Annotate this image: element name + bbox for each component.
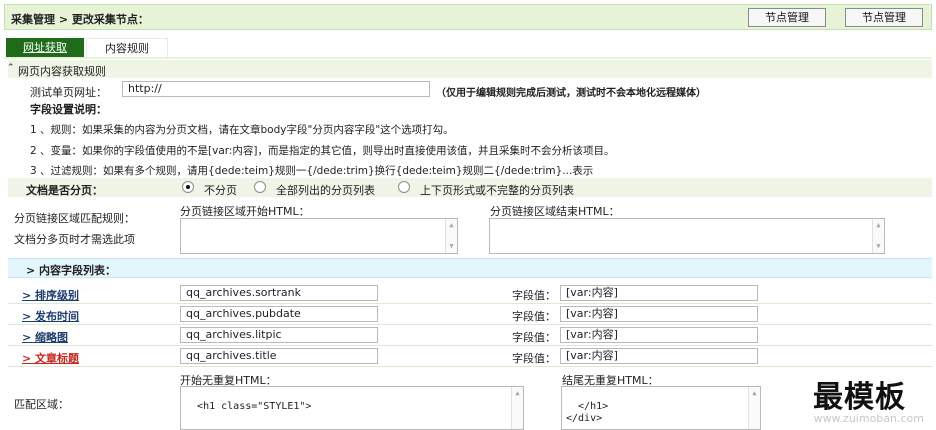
header-bar: 采集管理 > 更改采集节点： 节点管理 节点管理 [4, 4, 932, 30]
test-url-input[interactable]: http:// [122, 81, 430, 97]
scroll-up-icon[interactable]: ▲ [447, 221, 456, 230]
field-name-link[interactable]: > 发布时间 [22, 308, 79, 324]
help-line-2: 2 、变量：如果你的字段值使用的不是[var:内容]，而是指定的其它值，则导出时… [30, 145, 615, 157]
paging-option-full: 全部列出的分页列表 [276, 184, 375, 197]
watermark-logo: 最模板 [813, 380, 906, 415]
field-value-label: 字段值： [512, 331, 556, 344]
field-value-input[interactable]: [var:内容] [560, 348, 758, 364]
scrollbar[interactable]: ▲ ▼ [445, 219, 457, 253]
page-link-end-label: 分页链接区域结束HTML： [490, 205, 620, 218]
page-link-end-textarea[interactable]: ▲ ▼ [489, 218, 885, 254]
scroll-up-icon[interactable]: ▲ [874, 221, 883, 230]
page-link-start-textarea[interactable]: ▲ ▼ [180, 218, 458, 254]
field-value-input[interactable]: [var:内容] [560, 327, 758, 343]
paging-option-none: 不分页 [204, 184, 237, 197]
field-list-header: > 内容字段列表： [8, 258, 932, 278]
paging-radio-none[interactable] [182, 181, 194, 193]
scroll-up-icon[interactable]: ▲ [513, 389, 522, 398]
tab-divider [4, 57, 932, 59]
tab-url-fetch[interactable]: 网址获取 [6, 38, 84, 57]
node-manage-button-1[interactable]: 节点管理 [748, 8, 826, 27]
paging-option-prevnext: 上下页形式或不完整的分页列表 [420, 184, 574, 197]
paging-radio-prevnext[interactable] [398, 181, 410, 193]
field-row: > 发布时间 qq_archives.pubdate 字段值： [var:内容] [8, 304, 932, 325]
field-row: > 排序级别 qq_archives.sortrank 字段值： [var:内容… [8, 283, 932, 304]
field-name-link[interactable]: > 缩略图 [22, 329, 68, 345]
field-value-input[interactable]: [var:内容] [560, 306, 758, 322]
field-name-link[interactable]: > 排序级别 [22, 287, 79, 303]
scrollbar[interactable]: ▲ ▼ [872, 219, 884, 253]
test-url-note: （仅用于编辑规则完成后测试，测试时不会本地化远程媒体） [436, 88, 706, 99]
scroll-down-icon[interactable]: ▼ [874, 242, 883, 251]
field-value-label: 字段值： [512, 289, 556, 302]
test-url-label: 测试单页网址： [30, 86, 107, 99]
field-value-input[interactable]: [var:内容] [560, 285, 758, 301]
page-link-start-label: 分页链接区域开始HTML： [180, 205, 310, 218]
section-header[interactable]: ⌃ 网页内容获取规则 [7, 60, 932, 78]
scroll-up-icon[interactable]: ▲ [750, 389, 759, 398]
node-manage-button-2[interactable]: 节点管理 [845, 8, 923, 27]
field-help-title: 字段设置说明： [30, 103, 107, 116]
paging-label: 文档是否分页： [26, 184, 103, 197]
page-link-rule-note: 文档分多页时才需选此项 [14, 233, 135, 246]
collapse-icon[interactable]: ⌃ [7, 63, 15, 73]
paging-radio-full[interactable] [254, 181, 266, 193]
scroll-down-icon[interactable]: ▼ [447, 242, 456, 251]
field-name-link[interactable]: > 文章标题 [22, 350, 79, 366]
field-value-label: 字段值： [512, 352, 556, 365]
match-region-label: 匹配区域： [14, 398, 69, 411]
paging-row: 文档是否分页： 不分页 全部列出的分页列表 上下页形式或不完整的分页列表 [8, 178, 932, 197]
field-list-title: > 内容字段列表： [26, 264, 117, 277]
scrollbar[interactable]: ▲ [748, 387, 760, 429]
field-name-input[interactable]: qq_archives.title [180, 348, 378, 364]
field-name-input[interactable]: qq_archives.sortrank [180, 285, 378, 301]
help-line-3: 3 、过滤规则：如果有多个规则，请用{dede:teim}规则一{/dede:t… [30, 165, 594, 177]
match-end-text: </h1> </div> <div class="from"><strong>来… [566, 401, 609, 424]
match-start-text: <h1 class="STYLE1"> [197, 401, 312, 412]
help-line-1: 1 、规则：如果采集的内容为分页文档，请在文章body字段"分页内容字段"这个选… [30, 124, 454, 136]
section-title: 网页内容获取规则 [18, 65, 106, 78]
scrollbar[interactable]: ▲ [511, 387, 523, 429]
field-name-input[interactable]: qq_archives.pubdate [180, 306, 378, 322]
page-link-rule-label: 分页链接区域匹配规则： [14, 212, 135, 225]
match-start-textarea[interactable]: <h1 class="STYLE1"> ▲ [180, 386, 524, 430]
field-name-input[interactable]: qq_archives.litpic [180, 327, 378, 343]
field-row: > 文章标题 qq_archives.title 字段值： [var:内容] [8, 346, 932, 367]
field-row: > 缩略图 qq_archives.litpic 字段值： [var:内容] [8, 325, 932, 346]
tab-content-rules[interactable]: 内容规则 [86, 38, 168, 57]
page-title: 采集管理 > 更改采集节点： [11, 13, 149, 26]
match-end-textarea[interactable]: </h1> </div> <div class="from"><strong>来… [561, 386, 761, 430]
field-value-label: 字段值： [512, 310, 556, 323]
watermark-url: www.zuimoban.com [813, 412, 924, 425]
